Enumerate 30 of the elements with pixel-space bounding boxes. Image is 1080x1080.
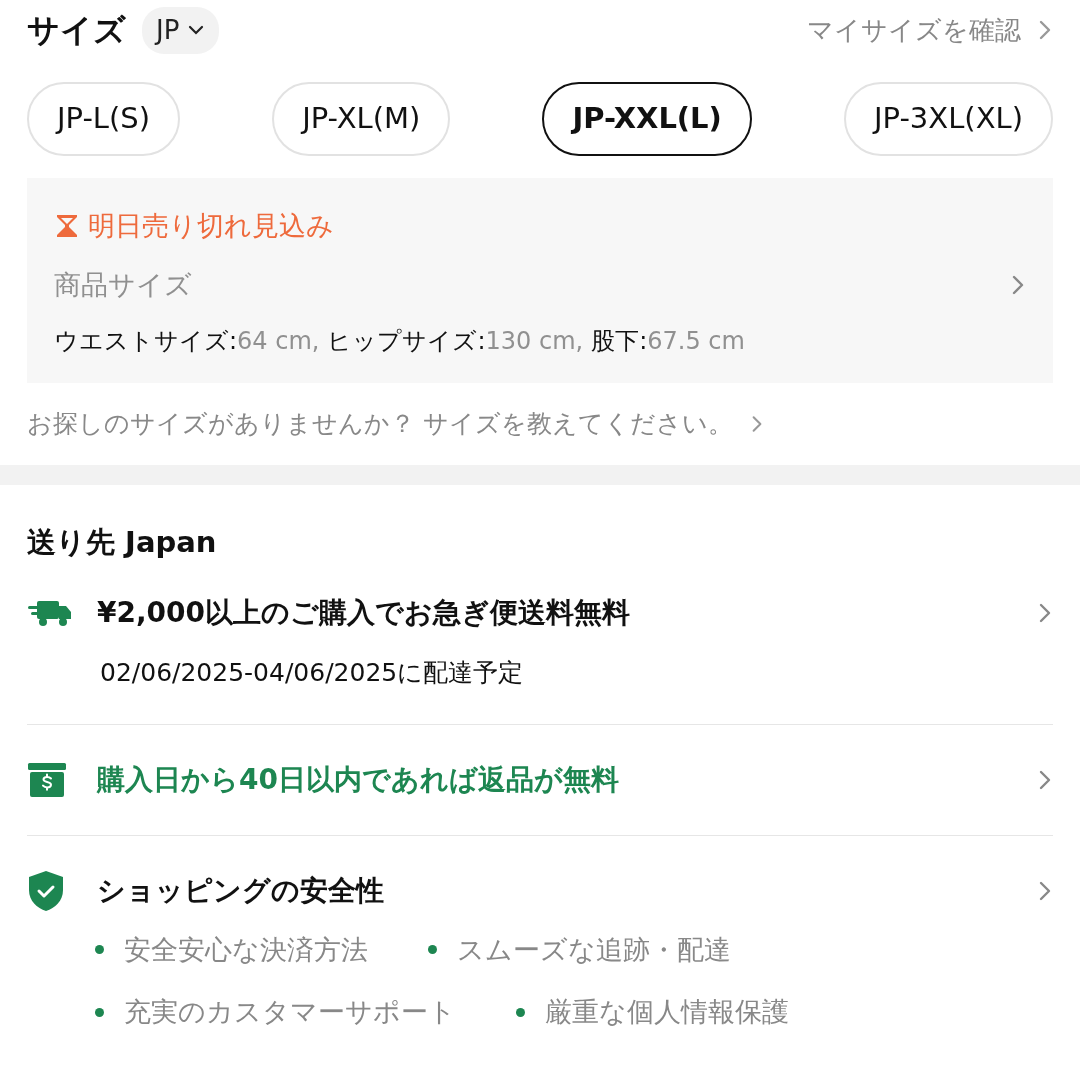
bullet-dot: [95, 945, 104, 955]
feature-text: 安全安心な決済方法: [124, 932, 368, 967]
feature-text: 厳重な個人情報保護: [545, 995, 789, 1029]
section-title: サイズ: [27, 10, 126, 51]
bullet-dot: [516, 1007, 525, 1017]
measurement-text: ヒップサイズ:130 cm,: [327, 326, 584, 357]
service-title: ショッピングの安全性: [97, 872, 384, 909]
delivery-estimate: 02/06/2025-04/06/2025に配達予定: [100, 658, 524, 687]
bullet-dot: [95, 1007, 104, 1017]
stock-warning: 明日売り切れ見込み: [88, 209, 334, 243]
shipping-destination: 送り先 Japan: [27, 524, 217, 559]
money-box-icon: [27, 761, 67, 798]
measurement-text: 股下:67.5 cm: [591, 326, 745, 357]
bullet-dot: [428, 945, 437, 955]
feature-text: 充実のカスタマーサポート: [124, 995, 456, 1029]
measurement-text: ウエストサイズ:64 cm,: [54, 326, 320, 357]
size-option[interactable]: JP-L(S): [27, 82, 181, 156]
size-option[interactable]: JP-XL(M): [272, 82, 451, 156]
size-option[interactable]: JP-3XL(XL): [844, 82, 1053, 156]
feature-text: スムーズな追跡・配達: [457, 932, 731, 967]
shield-check-icon: [27, 869, 65, 912]
product-size-label: 商品サイズ: [54, 267, 192, 302]
truck-icon: [27, 598, 73, 628]
region-dropdown[interactable]: JP: [142, 6, 220, 54]
caret-icon: [187, 24, 206, 36]
size-request-link[interactable]: お探しのサイズがありませんか？ サイズを教えてください。: [0, 405, 792, 443]
size-option[interactable]: JP-XXL(L): [542, 82, 752, 156]
service-title: ¥2,000以上のご購入でお急ぎ便送料無料: [97, 595, 631, 631]
service-title: 購入日から40日以内であれば返品が無料: [97, 761, 619, 798]
my-size-link[interactable]: マイサイズを確認: [807, 10, 1053, 50]
